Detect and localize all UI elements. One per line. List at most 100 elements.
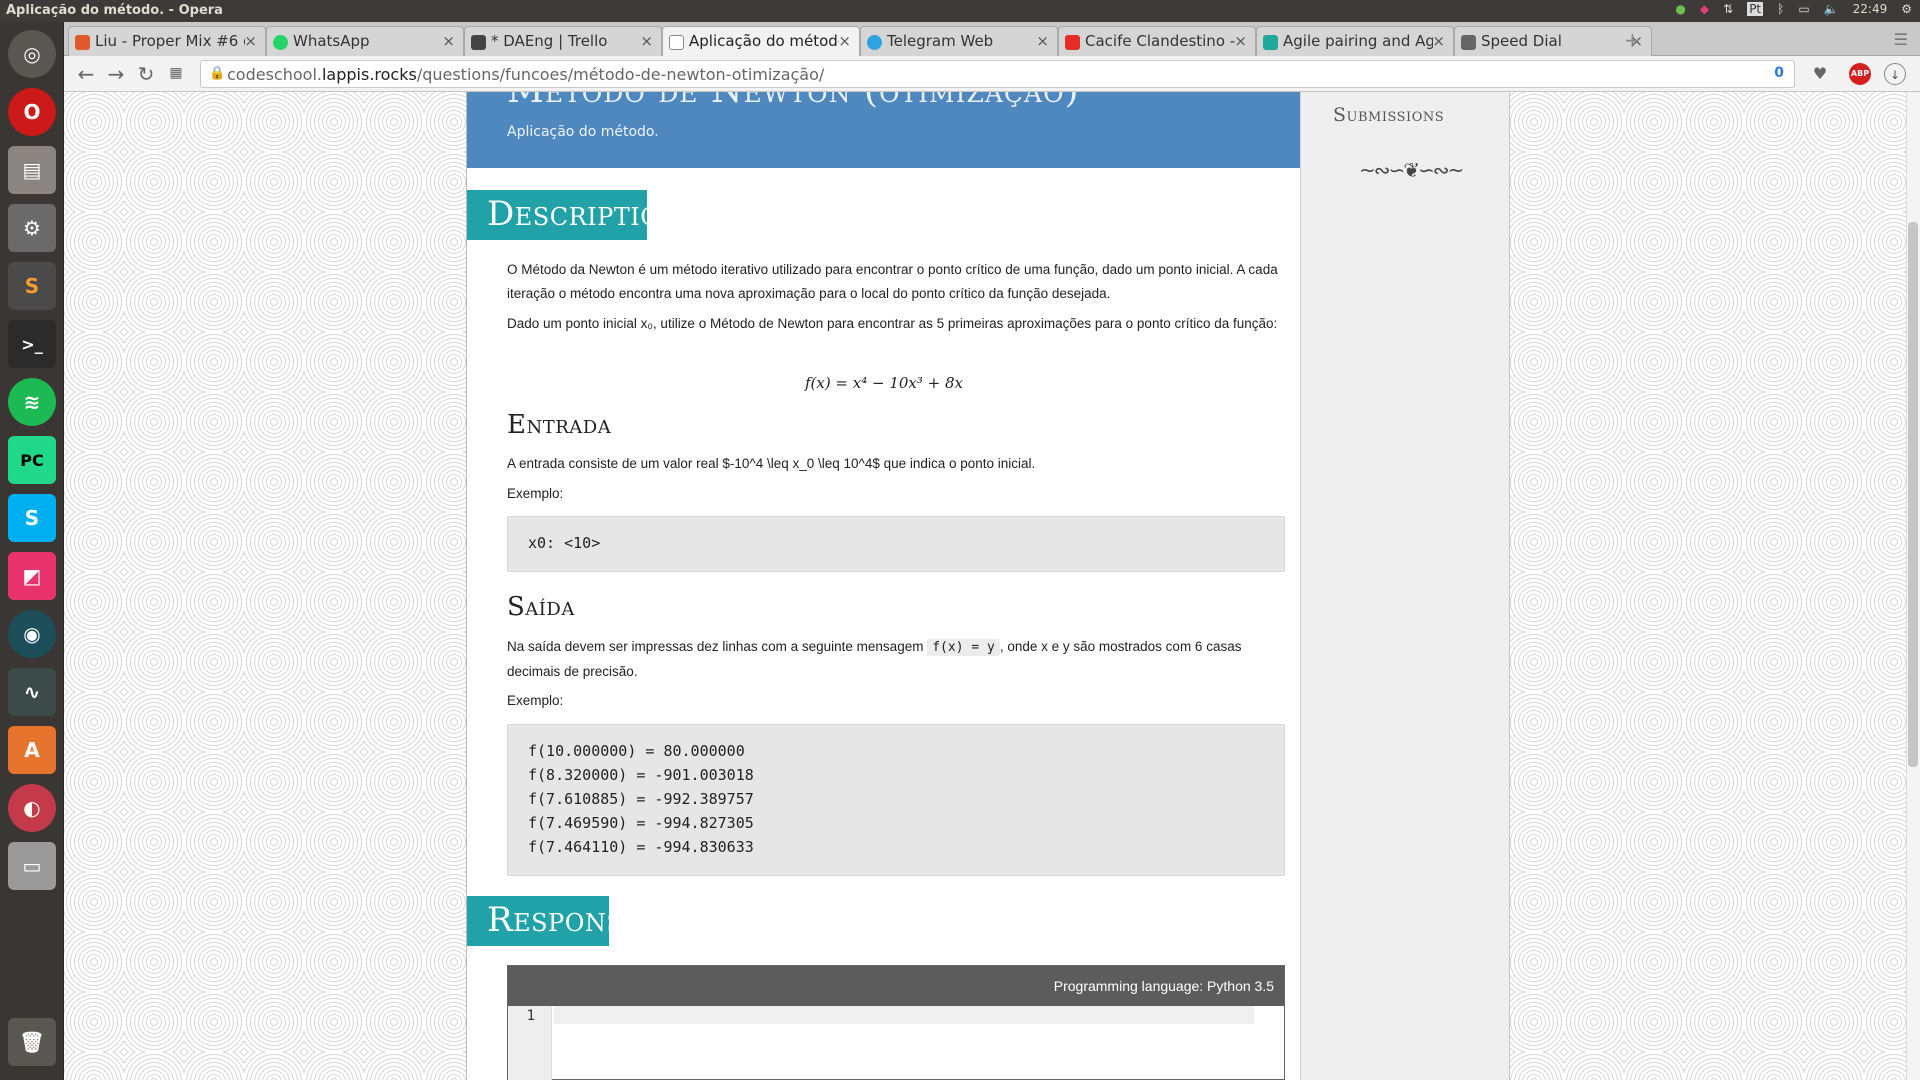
close-tab-icon[interactable]: ×	[244, 32, 257, 50]
tab-menu-icon[interactable]: ☰	[1894, 30, 1908, 49]
line-number-gutter: 1	[508, 1006, 552, 1080]
tab-bar: Liu - Proper Mix #6 d × WhatsApp × * DAE…	[64, 22, 1920, 57]
battery-icon[interactable]: ▭	[1798, 2, 1809, 16]
new-tab-icon[interactable]: +	[1624, 28, 1648, 52]
tab-4[interactable]: Telegram Web ×	[860, 26, 1058, 56]
submissions-link[interactable]: Submissions	[1333, 104, 1444, 126]
entrada-example-label: Exemplo:	[507, 486, 564, 501]
url-host: lappis.rocks	[321, 65, 417, 84]
page-header: Método de Newton (otimização) Aplicação …	[467, 92, 1301, 168]
saida-inline-code: f(x) = y	[927, 639, 1000, 656]
close-tab-icon[interactable]: ×	[1234, 32, 1247, 50]
tab-label: Aplicação do método	[689, 32, 839, 50]
entrada-heading: Entrada	[507, 410, 612, 440]
telegram-icon	[867, 35, 882, 50]
skype-icon[interactable]: S	[8, 494, 56, 542]
main-content: Método de Newton (otimização) Aplicação …	[466, 92, 1301, 1080]
bluetooth-icon[interactable]: ᛒ	[1777, 2, 1784, 16]
saida-heading: Saída	[507, 592, 575, 622]
system-settings-icon[interactable]: ⚙	[8, 204, 56, 252]
tab-label: Speed Dial	[1481, 32, 1562, 50]
reload-icon[interactable]: ↻	[134, 62, 158, 86]
response-heading: Response	[467, 896, 641, 946]
jetbrains-app-icon[interactable]: ◩	[8, 552, 56, 600]
entrada-text: A entrada consiste de um valor real $-10…	[507, 456, 1036, 471]
tab-label: WhatsApp	[293, 32, 370, 50]
language-label[interactable]: Programming language: Python 3.5	[508, 966, 1284, 1006]
tab-1[interactable]: WhatsApp ×	[266, 26, 464, 56]
ornament-divider: ~∾∽❦∽∾~	[1359, 158, 1464, 182]
window-title: Aplicação do método. - Opera	[6, 3, 223, 18]
navigation-bar: ← → ↻ ▦ 🔒 codeschool.lappis.rocks/questi…	[64, 56, 1920, 92]
lock-icon: 🔒	[209, 66, 226, 81]
tab-7[interactable]: Speed Dial ×	[1454, 26, 1652, 56]
saida-text: Na saída devem ser impressas dez linhas …	[507, 635, 1285, 684]
adblock-icon[interactable]: ABP	[1849, 63, 1871, 85]
close-tab-icon[interactable]: ×	[442, 32, 455, 50]
page-scrollbar[interactable]	[1906, 92, 1920, 1080]
page-icon	[669, 35, 684, 50]
url-path: /questions/funcoes/método-de-newton-otim…	[416, 65, 825, 84]
code-editor[interactable]: Programming language: Python 3.5 1	[507, 965, 1285, 1080]
system-monitor-icon[interactable]: ∿	[8, 668, 56, 716]
heart-icon[interactable]: ♥	[1809, 63, 1831, 85]
keyboard-layout-icon[interactable]: Pt	[1747, 2, 1764, 16]
back-icon[interactable]: ←	[74, 62, 98, 86]
clock[interactable]: 22:49	[1853, 2, 1888, 16]
spotify-icon[interactable]: ≋	[8, 378, 56, 426]
whatsapp-icon	[273, 35, 288, 50]
address-bar[interactable]: 🔒 codeschool.lappis.rocks/questions/func…	[200, 60, 1795, 88]
tab-label: Agile pairing and Ag	[1283, 32, 1433, 50]
network-icon[interactable]: ⇅	[1723, 2, 1733, 16]
unity-launcher: ◎ O ▤ ⚙ S >_ ≋ PC S ◩ ◉ ∿ A ◐ ▭ 🗑	[0, 22, 64, 1080]
sync-icon[interactable]: ●	[1675, 2, 1685, 16]
speed-dial-icon	[1461, 35, 1476, 50]
tab-0[interactable]: Liu - Proper Mix #6 d ×	[68, 26, 266, 56]
site-icon	[1263, 35, 1278, 50]
speed-dial-grid-icon[interactable]: ▦	[164, 65, 188, 81]
close-tab-icon[interactable]: ×	[1036, 32, 1049, 50]
tab-6[interactable]: Agile pairing and Ag ×	[1256, 26, 1454, 56]
download-icon[interactable]: ↓	[1884, 63, 1906, 85]
tab-label: Cacife Clandestino -	[1085, 32, 1235, 50]
tab-2[interactable]: * DAEng | Trello ×	[464, 26, 662, 56]
sublime-text-icon[interactable]: S	[8, 262, 56, 310]
ubuntu-dash-icon[interactable]: ◎	[8, 30, 56, 78]
soundcloud-icon	[75, 35, 90, 50]
url-prefix: codeschool.	[227, 65, 322, 84]
page-subtitle: Aplicação do método.	[507, 124, 659, 140]
gitkraken-icon[interactable]: ◉	[8, 610, 56, 658]
description-paragraph-1: O Método da Newton é um método iterativo…	[507, 262, 1278, 301]
tracker-badge[interactable]: 0	[1774, 65, 1784, 81]
saida-example-label: Exemplo:	[507, 693, 564, 708]
active-code-line[interactable]	[554, 1006, 1254, 1024]
files-icon[interactable]: ▤	[8, 146, 56, 194]
terminal-icon[interactable]: >_	[8, 320, 56, 368]
right-sidebar: Submissions ~∾∽❦∽∾~	[1300, 92, 1510, 1080]
tab-label: Liu - Proper Mix #6 d	[95, 32, 245, 50]
close-tab-icon[interactable]: ×	[838, 32, 851, 50]
scrollbar-thumb[interactable]	[1908, 222, 1918, 767]
close-tab-icon[interactable]: ×	[1432, 32, 1445, 50]
settings-gear-icon[interactable]: ⚙	[1901, 2, 1912, 16]
app-indicator-icon[interactable]: ◆	[1700, 2, 1709, 16]
trello-icon	[471, 35, 486, 50]
pycharm-icon[interactable]: PC	[8, 436, 56, 484]
system-top-bar: Aplicação do método. - Opera ● ◆ ⇅ Pt ᛒ …	[0, 0, 1920, 22]
trash-icon[interactable]: 🗑	[8, 1018, 56, 1066]
close-tab-icon[interactable]: ×	[640, 32, 653, 50]
entrada-example-code: x0: <10>	[507, 516, 1285, 572]
function-formula: f(x) = x⁴ − 10x³ + 8x	[804, 374, 964, 392]
app-launcher-icon[interactable]: ◐	[8, 784, 56, 832]
software-center-icon[interactable]: A	[8, 726, 56, 774]
volume-icon[interactable]: 🔈	[1824, 2, 1839, 16]
description-heading: Description	[467, 190, 681, 240]
tab-5[interactable]: Cacife Clandestino - ×	[1058, 26, 1256, 56]
system-tray: ● ◆ ⇅ Pt ᛒ ▭ 🔈 22:49 ⚙	[1675, 2, 1912, 16]
disk-drive-icon[interactable]: ▭	[8, 842, 56, 890]
tab-3[interactable]: Aplicação do método ×	[662, 26, 860, 57]
saida-example-code: f(10.000000) = 80.000000 f(8.320000) = -…	[507, 724, 1285, 876]
tab-label: * DAEng | Trello	[491, 32, 608, 50]
forward-icon[interactable]: →	[104, 62, 128, 86]
opera-browser-icon[interactable]: O	[8, 88, 56, 136]
